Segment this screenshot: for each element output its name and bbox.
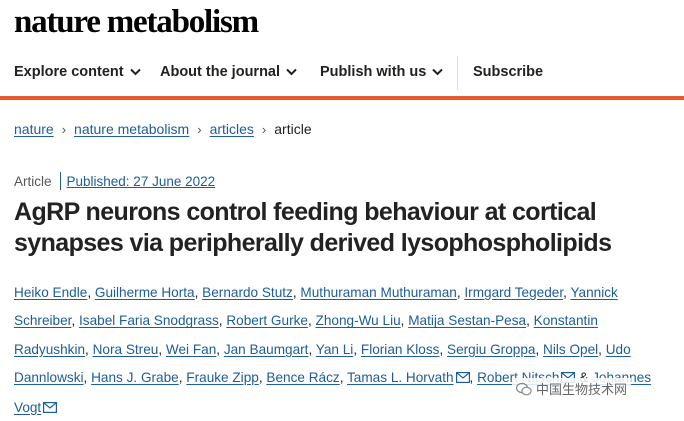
subscribe-button[interactable]: Subscribe [473,64,543,80]
article-title: AgRP neurons control feeding behaviour a… [14,198,612,257]
email-icon[interactable] [455,365,470,393]
author-link[interactable]: Isabel Faria Snodgrass [79,313,219,328]
breadcrumb-articles[interactable]: articles [210,121,254,137]
breadcrumb: nature › nature metabolism › articles › … [14,121,312,137]
author-link[interactable]: Matija Sestan-Pesa [408,313,526,328]
author-list: Heiko Endle, Guilherme Horta, Bernardo S… [14,279,676,421]
chevron-down-icon [432,68,444,76]
nav-label: Explore content [14,64,124,80]
watermark-text: 中国生物技术网 [536,382,628,397]
author-link[interactable]: Guilherme Horta [95,285,195,300]
author-link[interactable]: Hans J. Grabe [91,370,179,385]
chevron-right-icon: › [197,121,202,137]
main-nav: Explore content About the journal Publis… [0,54,684,94]
published-date-link[interactable]: Published: 27 June 2022 [67,174,216,189]
author-link[interactable]: Florian Kloss [361,342,440,357]
author-link[interactable]: Bence Rácz [266,370,339,385]
chevron-right-icon: › [261,121,267,137]
author-link[interactable]: Yan Li [316,342,354,357]
subscribe-label: Subscribe [473,64,544,80]
author-link[interactable]: Zhong-Wu Liu [316,313,401,328]
author-link[interactable]: Irmgard Tegeder [464,285,563,300]
author-link[interactable]: Jan Baumgart [224,342,309,357]
author-link[interactable]: Sergiu Groppa [447,342,535,357]
author-link[interactable]: Bernardo Stutz [202,285,293,300]
author-link[interactable]: Tamas L. Horvath [347,370,454,385]
nav-publish-with-us[interactable]: Publish with us [320,64,444,80]
author-link[interactable]: Nora Streu [93,342,159,357]
article-type: Article [14,173,52,189]
nav-label: Publish with us [320,64,427,80]
wechat-icon [516,382,532,395]
chevron-down-icon [129,68,141,76]
journal-logo[interactable]: nature metabolism [14,4,259,41]
breadcrumb-nature[interactable]: nature [14,121,54,137]
meta-divider [59,172,61,190]
nav-explore-content[interactable]: Explore content [14,64,141,80]
author-link[interactable]: Heiko Endle [14,285,87,300]
author-link[interactable]: Frauke Zipp [186,370,259,385]
email-icon[interactable] [43,395,58,421]
article-meta: Article Published: 27 June 2022 [14,172,215,190]
author-link[interactable]: Robert Gurke [226,313,308,328]
nav-accent-bar [0,96,684,100]
chevron-down-icon [286,68,297,76]
author-link[interactable]: Wei Fan [166,342,216,357]
nav-label: About the journal [160,64,281,80]
nav-divider [457,56,458,90]
watermark: 中国生物技术网 [512,378,632,399]
nav-about-journal[interactable]: About the journal [160,64,297,80]
breadcrumb-current: article [274,121,312,137]
author-link[interactable]: Muthuraman Muthuraman [300,285,456,300]
breadcrumb-nature-metabolism[interactable]: nature metabolism [74,121,189,137]
chevron-right-icon: › [61,121,67,137]
author-link[interactable]: Nils Opel [543,342,598,357]
